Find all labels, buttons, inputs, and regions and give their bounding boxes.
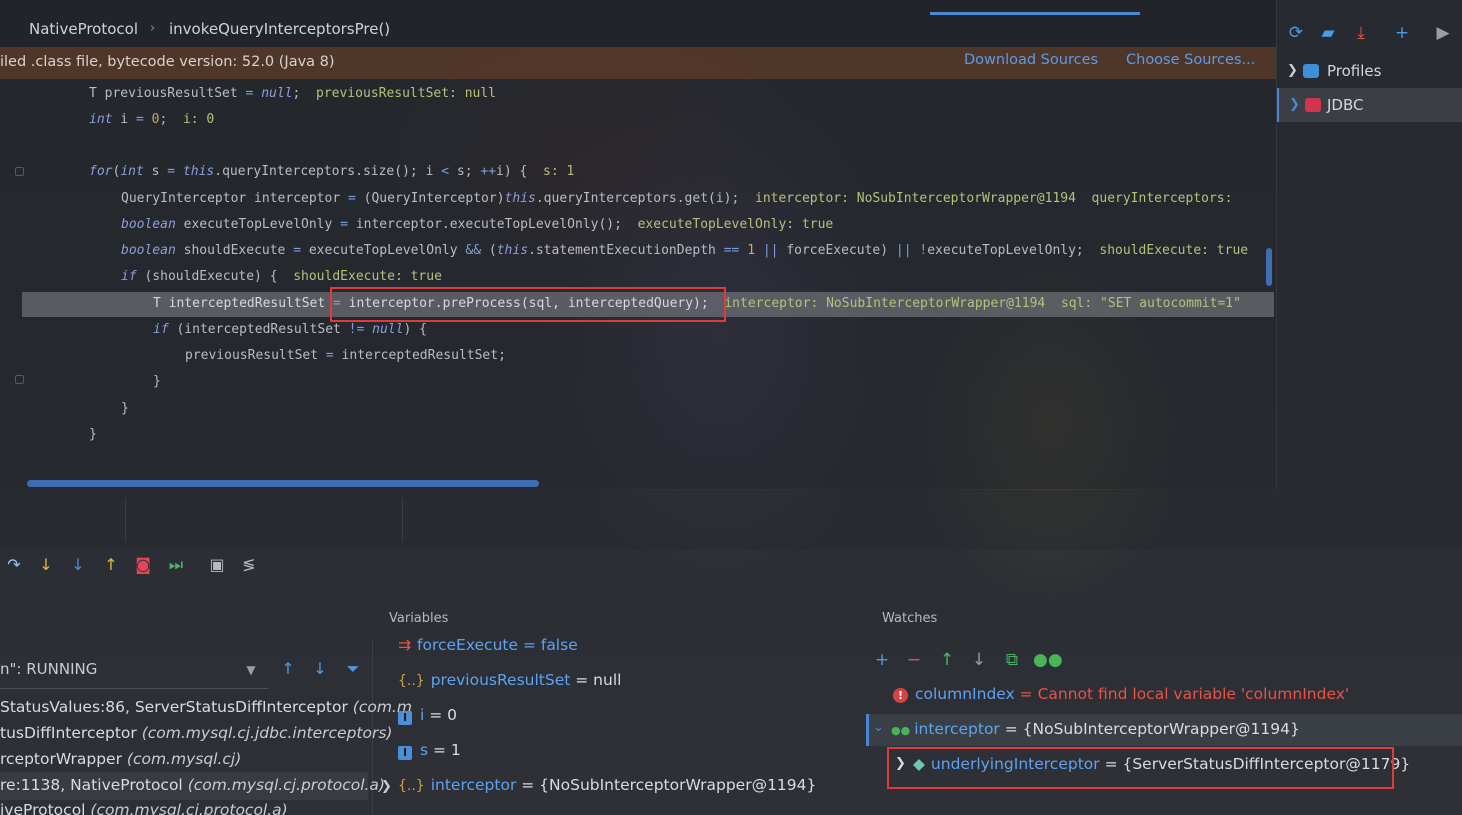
- trace-icon[interactable]: ≶: [238, 554, 260, 576]
- inline-value-hint: shouldExecute: true: [293, 269, 442, 284]
- download-icon[interactable]: ⤓: [1350, 22, 1372, 44]
- variables-title: Variables: [389, 611, 449, 626]
- chevron-right-icon: ❯: [1287, 63, 1298, 78]
- inline-value-hint: shouldExecute: true: [1099, 243, 1249, 258]
- stack-frame-selected[interactable]: re:1138, NativeProtocol (com.mysql.cj.pr…: [0, 776, 385, 794]
- error-icon: !: [893, 688, 908, 703]
- duplicate-watch-icon[interactable]: ⧉: [1001, 649, 1023, 671]
- inline-value-hint: interceptor: NoSubInterceptorWrapper@119…: [724, 296, 1241, 311]
- breadcrumb-class[interactable]: NativeProtocol: [29, 20, 138, 38]
- code-line: }: [121, 401, 129, 416]
- inline-value-hint: i: 0: [182, 112, 215, 127]
- code-text: T previousResultSet = null;: [89, 86, 301, 101]
- chevron-right-icon[interactable]: ❯: [895, 756, 906, 771]
- filter-icon[interactable]: ⏷: [342, 658, 364, 680]
- object-icon: {..}: [398, 778, 425, 794]
- chevron-down-icon[interactable]: ▼: [240, 659, 262, 681]
- fold-marker-icon[interactable]: [15, 375, 24, 384]
- code-line: if (shouldExecute) { shouldExecute: true: [121, 269, 442, 284]
- variable-row[interactable]: Is = 1: [398, 741, 461, 760]
- tree-item-label: Profiles: [1327, 62, 1382, 80]
- active-tab-indicator: [930, 12, 1140, 15]
- inline-value-hint: previousResultSet: null: [316, 86, 497, 101]
- code-line-current: T interceptedResultSet = interceptor.pre…: [153, 296, 1241, 311]
- thread-selector[interactable]: n": RUNNING: [0, 660, 97, 678]
- code-line: QueryInterceptor interceptor = (QueryInt…: [121, 191, 1233, 206]
- code-line: T previousResultSet = null; previousResu…: [89, 83, 496, 105]
- object-icon: {..}: [398, 673, 425, 689]
- code-line: }: [153, 374, 161, 389]
- breadcrumb-method[interactable]: invokeQueryInterceptorsPre(): [169, 20, 390, 38]
- notice-text: iled .class file, bytecode version: 52.0…: [0, 54, 335, 70]
- code-line: boolean executeTopLevelOnly = intercepto…: [121, 217, 834, 232]
- step-out-icon[interactable]: ↑: [100, 554, 122, 576]
- code-line: if (interceptedResultSet != null) {: [153, 322, 427, 337]
- code-line: boolean shouldExecute = executeTopLevelO…: [121, 243, 1249, 258]
- decompiled-notice-bar: iled .class file, bytecode version: 52.0…: [0, 47, 1276, 79]
- chevron-right-icon[interactable]: ❯: [381, 779, 392, 794]
- breadcrumb-bar: NativeProtocol › invokeQueryInterceptors…: [0, 0, 1276, 47]
- code-line: }: [89, 427, 97, 442]
- variable-row[interactable]: Ii = 0: [398, 706, 457, 725]
- move-up-icon[interactable]: ↑: [936, 649, 958, 671]
- watch-row-interceptor[interactable]: ●● interceptor = {NoSubInterceptorWrapper…: [891, 720, 1300, 738]
- watches-title: Watches: [882, 611, 938, 626]
- stack-frame[interactable]: iveProtocol (com.mysql.cj.protocol.a): [0, 801, 288, 815]
- debugger-toolbar: [0, 490, 1462, 550]
- move-down-icon[interactable]: ↓: [968, 649, 990, 671]
- download-sources-link[interactable]: Download Sources: [964, 52, 1098, 68]
- chevron-down-icon[interactable]: ⌄: [873, 720, 884, 735]
- toolbar-divider: [125, 498, 126, 542]
- watch-glasses-icon[interactable]: ●●: [1033, 649, 1063, 671]
- toolbar-divider: [402, 498, 403, 542]
- profiles-folder-icon: [1303, 64, 1319, 78]
- primitive-int-icon: I: [398, 711, 412, 725]
- code-line: int i = 0; i: 0: [89, 112, 215, 127]
- force-step-into-icon[interactable]: ↓: [67, 554, 89, 576]
- run-to-cursor-icon[interactable]: ⏭: [165, 554, 187, 576]
- vertical-scroll-thumb[interactable]: [1266, 248, 1272, 286]
- watch-row-underlying[interactable]: ◆ underlyingInterceptor = {ServerStatusDi…: [913, 755, 1410, 773]
- evaluate-expression-icon[interactable]: ▣: [206, 554, 228, 576]
- remove-watch-icon[interactable]: −: [903, 649, 925, 671]
- primitive-int-icon: I: [398, 746, 412, 760]
- jdbc-icon: [1305, 98, 1321, 112]
- watch-glasses-icon: ●●: [891, 724, 911, 737]
- choose-sources-link[interactable]: Choose Sources...: [1126, 52, 1255, 68]
- add-watch-icon[interactable]: +: [871, 649, 893, 671]
- database-panel: ⟳ ▰ ⤓ + ▶ ❯ Profiles ❯ JDBC: [1276, 0, 1462, 490]
- variable-row[interactable]: {..} interceptor = {NoSubInterceptorWrapp…: [398, 776, 816, 794]
- stack-frame[interactable]: StatusValues:86, ServerStatusDiffInterce…: [0, 698, 412, 716]
- stack-frame[interactable]: tusDiffInterceptor (com.mysql.cj.jdbc.in…: [0, 724, 392, 742]
- arrow-down-icon[interactable]: ↓: [309, 658, 331, 680]
- tree-item-jdbc[interactable]: ❯ JDBC: [1277, 88, 1462, 122]
- chevron-right-icon: ❯: [1289, 97, 1300, 112]
- code-line: previousResultSet = interceptedResultSet…: [185, 348, 506, 363]
- step-into-icon[interactable]: ↓: [35, 554, 57, 576]
- thread-dropdown-underline: [0, 688, 268, 689]
- inline-value-hint: interceptor: NoSubInterceptorWrapper@119…: [755, 191, 1233, 206]
- add-icon[interactable]: +: [1391, 22, 1413, 44]
- code-editor[interactable]: T previousResultSet = null; previousResu…: [0, 79, 1276, 489]
- breadcrumb-separator: ›: [150, 21, 156, 36]
- refresh-icon[interactable]: ⟳: [1285, 22, 1307, 44]
- step-over-icon[interactable]: ↷: [3, 554, 25, 576]
- variable-row[interactable]: {..} previousResultSet = null: [398, 671, 621, 689]
- horizontal-scroll-thumb[interactable]: [27, 480, 539, 487]
- tree-item-label: JDBC: [1327, 96, 1364, 114]
- watch-row-error[interactable]: ! columnIndex = Cannot find local variabl…: [893, 685, 1349, 703]
- folder-sync-icon[interactable]: ▰: [1317, 22, 1339, 44]
- run-icon[interactable]: ▶: [1432, 22, 1454, 44]
- code-line: for(int s = this.queryInterceptors.size(…: [89, 164, 575, 179]
- field-tag-icon: ◆: [913, 755, 925, 773]
- inline-value-hint: s: 1: [543, 164, 575, 179]
- arrow-up-icon[interactable]: ↑: [277, 658, 299, 680]
- boolean-icon: ⇉: [398, 636, 411, 654]
- stack-frame[interactable]: rceptorWrapper (com.mysql.cj): [0, 750, 241, 768]
- inline-value-hint: executeTopLevelOnly: true: [637, 217, 834, 232]
- clipped-variable-row: ⇉ forceExecute = false: [398, 636, 578, 654]
- tree-item-profiles[interactable]: ❯ Profiles: [1277, 54, 1462, 88]
- drop-frame-icon[interactable]: ◙: [132, 554, 154, 576]
- code-lines: T previousResultSet = null; previousResu…: [0, 79, 1276, 442]
